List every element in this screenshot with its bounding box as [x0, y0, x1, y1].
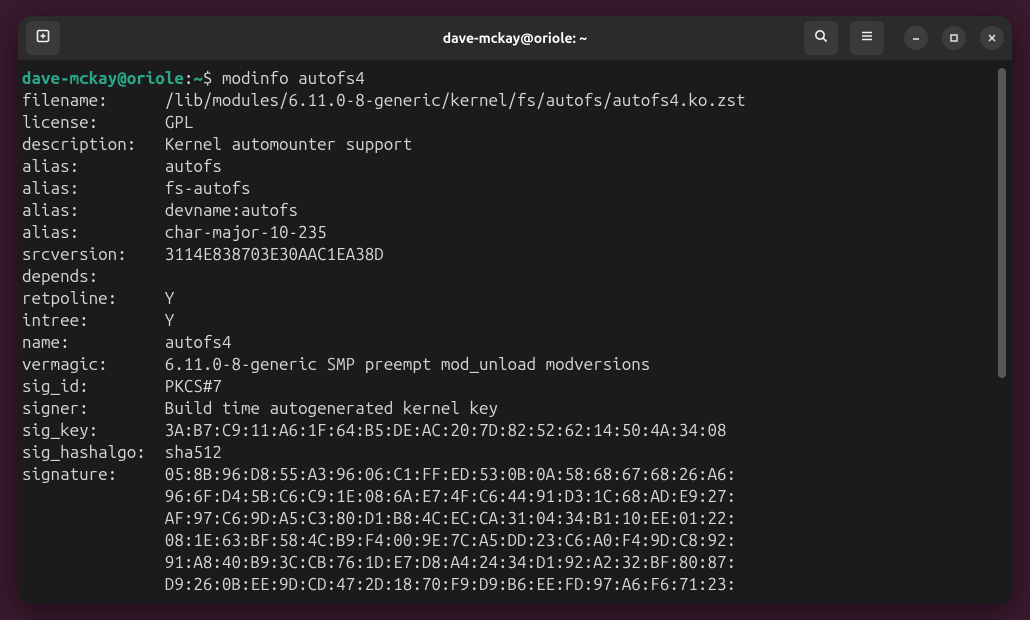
- output-line: alias: autofs: [22, 156, 1008, 178]
- new-tab-button[interactable]: [26, 21, 60, 55]
- minimize-icon: [911, 29, 921, 47]
- new-tab-icon: [35, 28, 51, 48]
- menu-button[interactable]: [850, 21, 884, 55]
- window-title: dave-mckay@oriole: ~: [443, 30, 587, 46]
- prompt-path: ~: [193, 69, 203, 88]
- titlebar: dave-mckay@oriole: ~: [18, 16, 1012, 60]
- close-button[interactable]: [980, 26, 1004, 50]
- output-line: description: Kernel automounter support: [22, 134, 1008, 156]
- output-line: sig_id: PKCS#7: [22, 376, 1008, 398]
- prompt-sep2: $: [203, 69, 222, 88]
- titlebar-right-group: [804, 21, 1004, 55]
- output-line: retpoline: Y: [22, 288, 1008, 310]
- output-line: license: GPL: [22, 112, 1008, 134]
- terminal-body[interactable]: dave-mckay@oriole:~$ modinfo autofs4 fil…: [18, 60, 1012, 604]
- minimize-button[interactable]: [904, 26, 928, 50]
- output-line: sig_hashalgo: sha512: [22, 442, 1008, 464]
- output-line: sig_key: 3A:B7:C9:11:A6:1F:64:B5:DE:AC:2…: [22, 420, 1008, 442]
- output-line: alias: fs-autofs: [22, 178, 1008, 200]
- hamburger-icon: [859, 28, 875, 48]
- prompt-line: dave-mckay@oriole:~$ modinfo autofs4: [22, 68, 1008, 90]
- output-line: D9:26:0B:EE:9D:CD:47:2D:18:70:F9:D9:B6:E…: [22, 574, 1008, 596]
- prompt-user-host: dave-mckay@oriole: [22, 69, 184, 88]
- output-line: AF:97:C6:9D:A5:C3:80:D1:B8:4C:EC:CA:31:0…: [22, 508, 1008, 530]
- output-line: 91:A8:40:B9:3C:CB:76:1D:E7:D8:A4:24:34:D…: [22, 552, 1008, 574]
- output-line: 96:6F:D4:5B:C6:C9:1E:08:6A:E7:4F:C6:44:9…: [22, 486, 1008, 508]
- search-button[interactable]: [804, 21, 838, 55]
- window-controls: [904, 26, 1004, 50]
- output-container: filename: /lib/modules/6.11.0-8-generic/…: [22, 90, 1008, 596]
- output-line: signature: 05:8B:96:D8:55:A3:96:06:C1:FF…: [22, 464, 1008, 486]
- maximize-button[interactable]: [942, 26, 966, 50]
- search-icon: [813, 28, 829, 48]
- output-line: 08:1E:63:BF:58:4C:B9:F4:00:9E:7C:A5:DD:2…: [22, 530, 1008, 552]
- output-line: srcversion: 3114E838703E30AAC1EA38D: [22, 244, 1008, 266]
- output-line: alias: devname:autofs: [22, 200, 1008, 222]
- prompt-sep1: :: [184, 69, 194, 88]
- output-line: alias: char-major-10-235: [22, 222, 1008, 244]
- terminal-window: dave-mckay@oriole: ~: [18, 16, 1012, 604]
- titlebar-left-group: [26, 21, 60, 55]
- command-text: modinfo autofs4: [222, 69, 365, 88]
- output-line: filename: /lib/modules/6.11.0-8-generic/…: [22, 90, 1008, 112]
- scrollbar-thumb[interactable]: [998, 68, 1006, 378]
- output-line: signer: Build time autogenerated kernel …: [22, 398, 1008, 420]
- output-line: depends:: [22, 266, 1008, 288]
- output-line: vermagic: 6.11.0-8-generic SMP preempt m…: [22, 354, 1008, 376]
- output-line: name: autofs4: [22, 332, 1008, 354]
- close-icon: [987, 29, 997, 47]
- output-line: intree: Y: [22, 310, 1008, 332]
- maximize-icon: [949, 29, 959, 47]
